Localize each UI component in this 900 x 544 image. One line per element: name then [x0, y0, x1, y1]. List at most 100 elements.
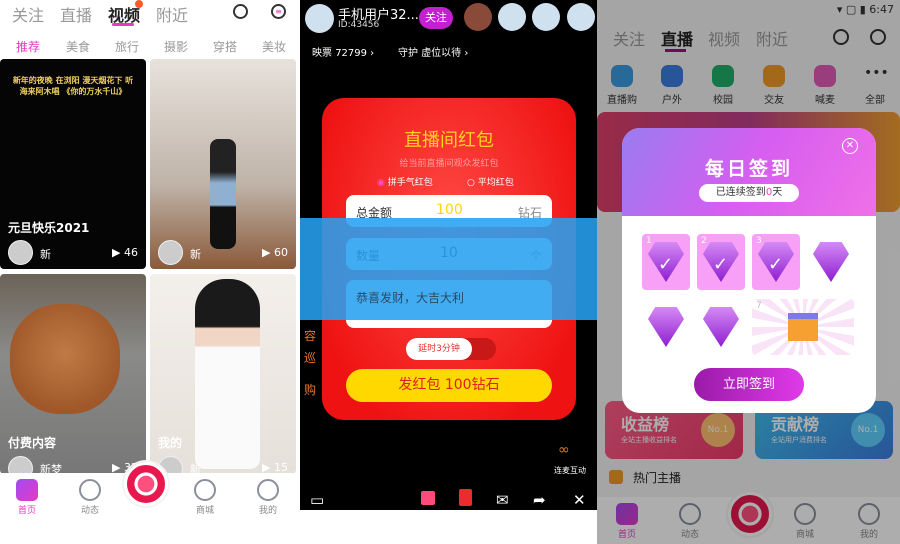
- nav-label: 首页: [17, 506, 36, 516]
- author-name: 新: [190, 248, 201, 261]
- heart-icon: [194, 479, 216, 501]
- radio-lucky[interactable]: ◉ 拼手气红包: [377, 175, 433, 188]
- video-title: 元旦快乐2021: [8, 221, 90, 235]
- follow-button[interactable]: 关注: [419, 7, 453, 29]
- delay-label: 延时3分钟: [406, 338, 472, 360]
- video-overlay-text: 新年的夜晚 在浏阳 漫天烟花下 听海来阿木唱 《你的万水千山》: [12, 75, 134, 96]
- video-card[interactable]: 新 ▶ 60: [150, 59, 296, 269]
- subtab-food[interactable]: 美食: [66, 38, 90, 55]
- day-number: 4: [811, 236, 817, 246]
- radio-equal[interactable]: ○ 平均红包: [467, 175, 514, 188]
- day-number: 3: [756, 236, 762, 246]
- viewer-avatar[interactable]: [498, 3, 526, 31]
- daily-signin-dialog: ✕ 每日签到 已连续签到0天 1 ✓ 2 ✓ 3 ✓ 4 5 6 7 立即签到: [622, 128, 876, 413]
- nav-label: 我的: [258, 506, 277, 516]
- tickets-link[interactable]: 映票 72799 ›: [312, 44, 374, 59]
- chat-icon[interactable]: ▭: [310, 491, 324, 509]
- video-card[interactable]: 新年的夜晚 在浏阳 漫天烟花下 听海来阿木唱 《你的万水千山》 元旦快乐2021…: [0, 59, 146, 269]
- compass-icon: [79, 479, 101, 501]
- tab-follow[interactable]: 关注: [12, 2, 44, 26]
- check-icon: ✓: [658, 254, 674, 275]
- signin-day[interactable]: 6: [697, 299, 745, 355]
- author-name: 新: [40, 248, 51, 261]
- video-title: 付费内容: [8, 436, 57, 450]
- streak-suffix: 天: [772, 187, 783, 198]
- message-icon[interactable]: ≡: [271, 4, 286, 19]
- viewer-avatar[interactable]: [567, 3, 595, 31]
- guard-value: 虚位以待: [421, 48, 462, 59]
- video-thumbnail-bride: [195, 279, 260, 469]
- hot-badge-icon: [135, 0, 143, 8]
- diamond-icon: [703, 307, 739, 347]
- side-char: 购: [304, 383, 317, 397]
- viewer-avatar[interactable]: [532, 3, 560, 31]
- nav-home[interactable]: 首页: [7, 479, 47, 516]
- nav-label: 动态: [80, 506, 99, 516]
- avatar[interactable]: [8, 456, 33, 474]
- close-icon[interactable]: ✕: [573, 491, 586, 509]
- signin-day-gift[interactable]: 7: [752, 299, 854, 355]
- viewer-avatar[interactable]: [464, 3, 492, 31]
- search-icon[interactable]: [233, 4, 248, 19]
- signin-day[interactable]: 5: [642, 299, 690, 355]
- signin-streak: 已连续签到0天: [699, 184, 799, 202]
- video-title: 我的: [158, 436, 183, 450]
- day-number: 5: [646, 301, 652, 311]
- nav-feed[interactable]: 动态: [70, 479, 110, 516]
- subtab-makeup[interactable]: 美妆: [262, 38, 286, 55]
- tab-indicator: [112, 23, 134, 26]
- gift-icon[interactable]: [421, 491, 435, 505]
- subtab-photo[interactable]: 摄影: [164, 38, 188, 55]
- signin-now-button[interactable]: 立即签到: [694, 368, 804, 401]
- nav-me[interactable]: 我的: [248, 479, 288, 516]
- diamond-icon: [648, 307, 684, 347]
- nav-mall[interactable]: 商城: [185, 479, 225, 516]
- subtab-outfit[interactable]: 穿搭: [213, 38, 237, 55]
- subtab-recommend[interactable]: 推荐: [16, 38, 40, 55]
- red-packet-icon[interactable]: [459, 489, 472, 506]
- signin-day[interactable]: 4: [807, 234, 855, 290]
- radio-label: 平均红包: [477, 178, 514, 188]
- send-packet-button[interactable]: 发红包 100钻石: [346, 369, 552, 402]
- nav-label: 商城: [195, 506, 214, 516]
- video-card[interactable]: 付费内容 新梦 ▶ 32: [0, 274, 146, 474]
- day-number: 7: [756, 301, 762, 311]
- signin-day[interactable]: 1 ✓: [642, 234, 690, 290]
- video-thumbnail-puppy: [10, 304, 120, 414]
- signin-title: 每日签到: [704, 158, 793, 180]
- day-number: 2: [701, 236, 707, 246]
- link-mic-icon[interactable]: ∞: [558, 442, 570, 458]
- avatar[interactable]: [158, 240, 183, 265]
- tab-nearby[interactable]: 附近: [156, 2, 188, 26]
- side-char: 巡: [304, 351, 317, 365]
- play-count: ▶ 46: [112, 246, 138, 259]
- day-number: 6: [701, 301, 707, 311]
- diamond-icon: [813, 242, 849, 282]
- play-count-value: 60: [274, 246, 288, 259]
- tickets-label: 映票: [312, 48, 332, 59]
- signin-day[interactable]: 2 ✓: [697, 234, 745, 290]
- host-avatar[interactable]: [305, 4, 334, 33]
- radio-checked-icon: ◉: [377, 178, 385, 188]
- link-mic-label: 连麦互动: [554, 466, 586, 475]
- side-char: 容: [304, 329, 317, 343]
- mail-icon[interactable]: ✉: [496, 491, 509, 509]
- play-icon: [16, 479, 38, 501]
- tab-live[interactable]: 直播: [60, 2, 92, 26]
- delay-toggle[interactable]: 延时3分钟: [406, 338, 496, 360]
- signin-day[interactable]: 3 ✓: [752, 234, 800, 290]
- record-button[interactable]: [124, 462, 168, 506]
- smile-icon: [257, 479, 279, 501]
- close-icon[interactable]: ✕: [842, 138, 858, 154]
- check-icon: ✓: [768, 254, 784, 275]
- message-placeholder: 恭喜发财，大吉大利: [356, 291, 465, 305]
- avatar[interactable]: [8, 240, 33, 265]
- subtab-travel[interactable]: 旅行: [115, 38, 139, 55]
- share-icon[interactable]: ➦: [533, 491, 546, 509]
- video-card[interactable]: 我的 新 ▶ 15: [150, 274, 296, 474]
- guard-link[interactable]: 守护 虚位以待 ›: [398, 44, 468, 59]
- streak-prefix: 已连续签到: [715, 187, 766, 198]
- gift-icon: [788, 313, 818, 341]
- play-count-value: 46: [124, 246, 138, 259]
- radio-label: 拼手气红包: [387, 178, 433, 188]
